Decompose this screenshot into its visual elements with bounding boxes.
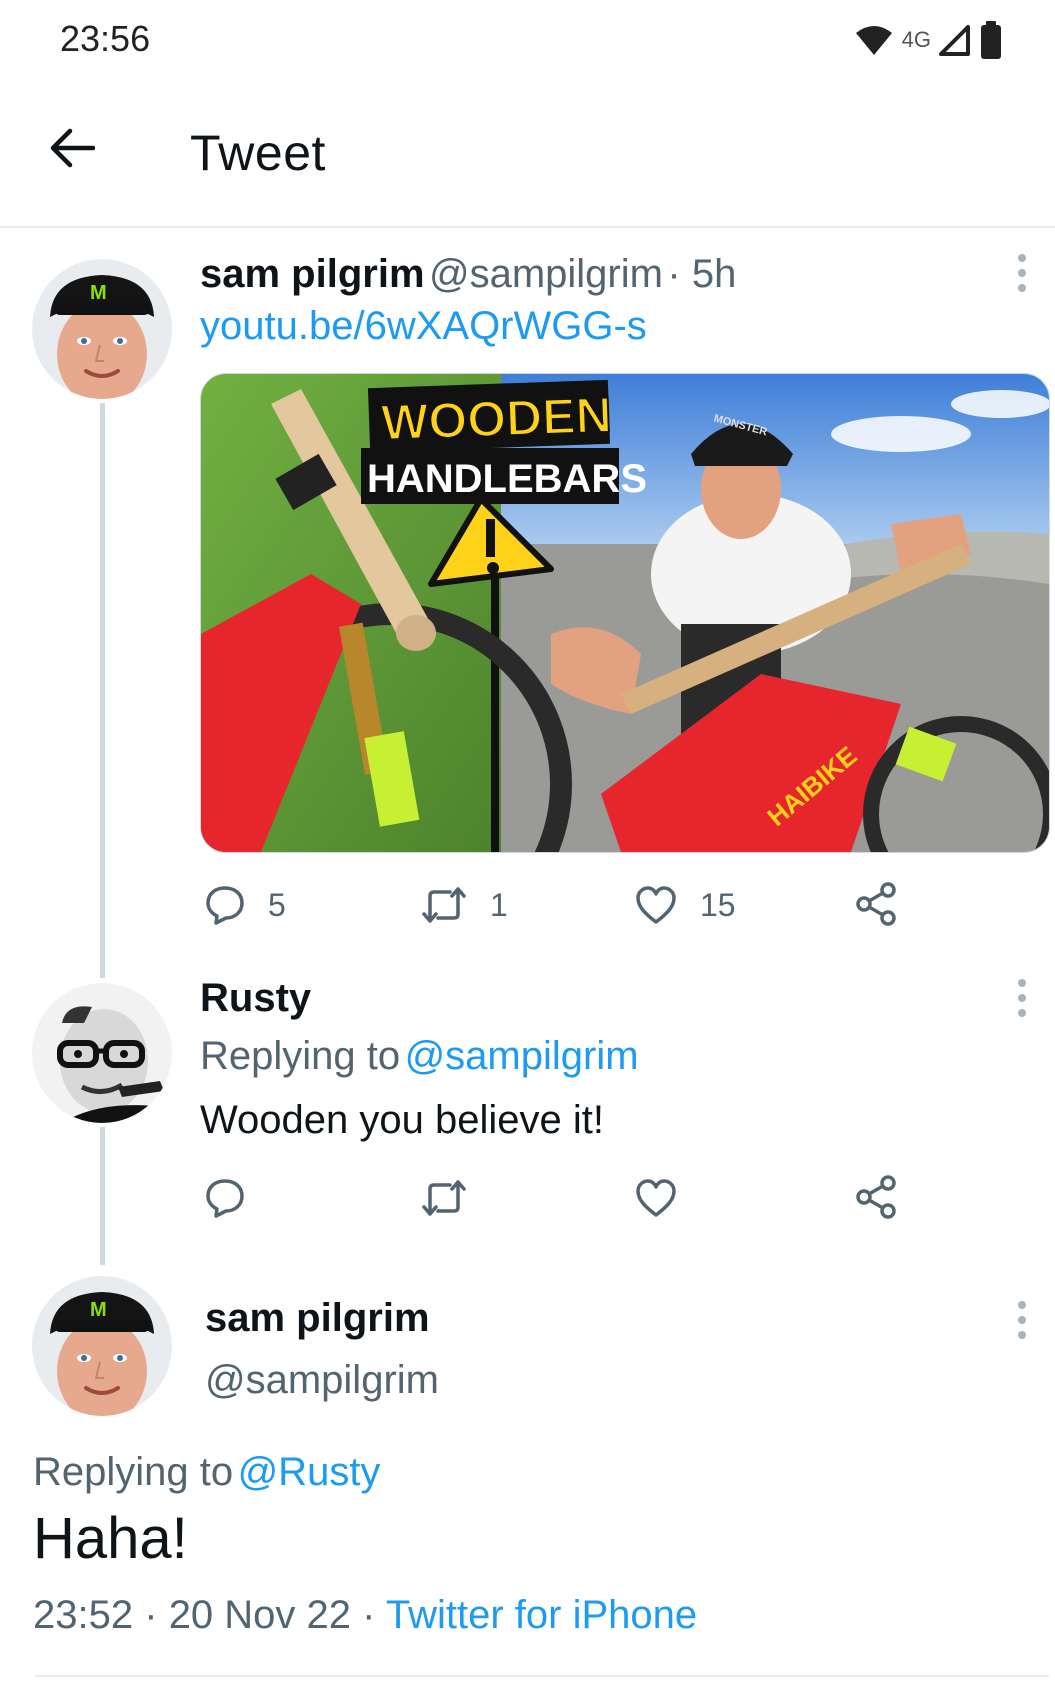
battery-icon <box>981 21 1001 59</box>
dot-icon <box>1018 1316 1026 1324</box>
dot-icon <box>1018 1331 1026 1339</box>
thread-line <box>100 403 105 978</box>
status-icons: 4G <box>854 20 1003 60</box>
share-icon <box>856 1175 896 1219</box>
like-button[interactable] <box>634 1177 678 1219</box>
header-divider <box>0 226 1055 228</box>
replying-to: Replying to @Rusty <box>33 1450 380 1495</box>
arrow-left-icon <box>50 128 95 168</box>
page-title: Tweet <box>190 125 326 181</box>
thumbnail-title-line2: HANDLEBARS <box>367 457 647 501</box>
author-handle[interactable]: @sampilgrim <box>429 252 663 296</box>
dot-icon <box>1018 979 1026 987</box>
dot-icon <box>1018 1301 1026 1309</box>
dot-icon <box>1018 269 1026 277</box>
more-options-button[interactable] <box>1002 968 1042 1028</box>
reply-button[interactable]: 5 <box>204 884 286 926</box>
reply-icon <box>206 1179 244 1218</box>
separator: · <box>362 1593 376 1637</box>
svg-text:M: M <box>90 1299 107 1321</box>
svg-text:M: M <box>90 282 107 304</box>
share-button[interactable] <box>854 1174 898 1220</box>
reply-count: 5 <box>268 886 286 923</box>
bottom-divider <box>34 1675 1049 1677</box>
reply-button[interactable] <box>204 1177 246 1219</box>
replying-to-label: Replying to <box>33 1450 234 1494</box>
tweet-date: 20 Nov 22 <box>168 1593 352 1637</box>
replying-to: Replying to @sampilgrim <box>200 1034 639 1079</box>
more-options-button[interactable] <box>1002 1290 1042 1350</box>
cell-signal-icon <box>939 25 970 56</box>
like-count: 15 <box>700 886 736 923</box>
like-button[interactable]: 15 <box>634 884 736 926</box>
replying-to-handle[interactable]: @sampilgrim <box>405 1034 639 1078</box>
author-name[interactable]: sam pilgrim <box>200 252 425 296</box>
retweet-icon <box>422 1180 466 1216</box>
heart-icon <box>636 1179 676 1217</box>
avatar-rusty[interactable] <box>32 983 172 1123</box>
replying-to-handle[interactable]: @Rusty <box>238 1450 381 1494</box>
avatar-sampilgrim[interactable]: M <box>32 1276 172 1416</box>
more-options-button[interactable] <box>1002 243 1042 303</box>
dot-icon <box>1018 284 1026 292</box>
tweet-source[interactable]: Twitter for iPhone <box>386 1593 697 1637</box>
author-name[interactable]: Rusty <box>200 976 311 1021</box>
retweet-count: 1 <box>490 886 508 923</box>
tweet-meta: 23:52 · 20 Nov 22 · Twitter for iPhone <box>33 1593 697 1638</box>
dot-icon <box>1018 994 1026 1002</box>
retweet-button[interactable]: 1 <box>420 884 508 926</box>
dot-icon <box>1018 1009 1026 1017</box>
wifi-icon <box>855 26 892 55</box>
reply-icon <box>206 886 244 925</box>
thumbnail-title-line1: WOODEN <box>380 387 612 451</box>
replying-to-label: Replying to <box>200 1034 401 1078</box>
status-time: 23:56 <box>60 18 151 59</box>
back-button[interactable] <box>44 120 100 176</box>
retweet-icon <box>422 887 466 923</box>
video-thumbnail[interactable]: WOODEN HANDLEBARS MONSTER HAIBIKE <box>200 373 1050 853</box>
separator: · <box>144 1593 158 1637</box>
share-button[interactable] <box>854 881 898 927</box>
tweet-header: sam pilgrim @sampilgrim · 5h <box>200 252 736 297</box>
tweet-time: · 5h <box>667 252 737 296</box>
dot-icon <box>1018 254 1026 262</box>
network-label: 4G <box>901 27 931 52</box>
tweet-text: Wooden you believe it! <box>200 1098 604 1142</box>
retweet-button[interactable] <box>420 1177 468 1219</box>
share-icon <box>856 882 896 926</box>
avatar-sampilgrim[interactable]: M <box>32 259 172 399</box>
tweet-time: 23:52 <box>33 1593 134 1637</box>
thread-line <box>100 1127 105 1265</box>
tweet-link[interactable]: youtu.be/6wXAQrWGG-s <box>200 304 647 349</box>
author-name[interactable]: sam pilgrim <box>205 1296 430 1341</box>
heart-icon <box>636 886 676 924</box>
tweet-text: Haha! <box>33 1506 188 1571</box>
author-handle[interactable]: @sampilgrim <box>205 1358 439 1403</box>
